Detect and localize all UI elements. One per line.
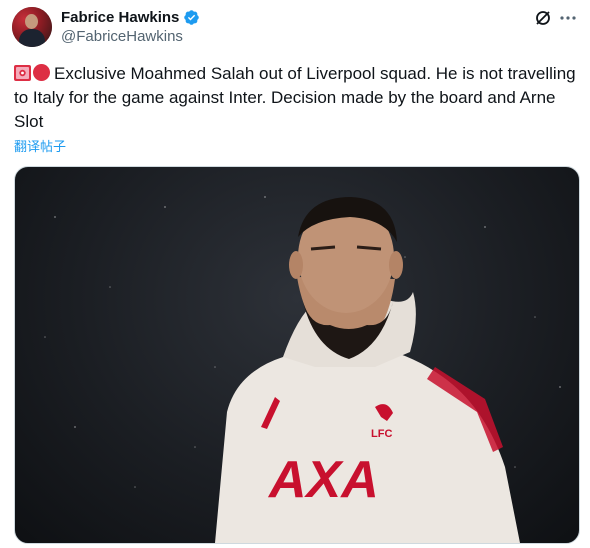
player-photo: LFC AXA: [44, 196, 561, 543]
kit-crest-text: LFC: [371, 428, 392, 440]
tweet-text: Exclusive Moahmed Salah out of Liverpool…: [14, 62, 579, 134]
tweet-body: Exclusive Moahmed Salah out of Liverpool…: [14, 64, 576, 131]
author-display-name[interactable]: Fabrice Hawkins: [61, 9, 179, 26]
more-icon[interactable]: [557, 8, 579, 28]
tweet: Fabrice Hawkins @FabriceHawkins Exclusiv…: [0, 0, 590, 548]
red-circle-emoji: [33, 64, 50, 81]
avatar[interactable]: [12, 7, 52, 47]
tweet-media-image[interactable]: LFC AXA: [14, 166, 580, 544]
kit-sponsor-text: AXA: [267, 451, 379, 509]
verified-badge-icon: [184, 10, 200, 25]
author-handle[interactable]: @FabriceHawkins: [61, 28, 183, 45]
grok-icon[interactable]: [532, 8, 554, 28]
translate-post-link[interactable]: 翻译帖子: [14, 136, 66, 155]
siren-emoji: [14, 65, 31, 81]
author-name-row: Fabrice Hawkins: [61, 8, 200, 27]
